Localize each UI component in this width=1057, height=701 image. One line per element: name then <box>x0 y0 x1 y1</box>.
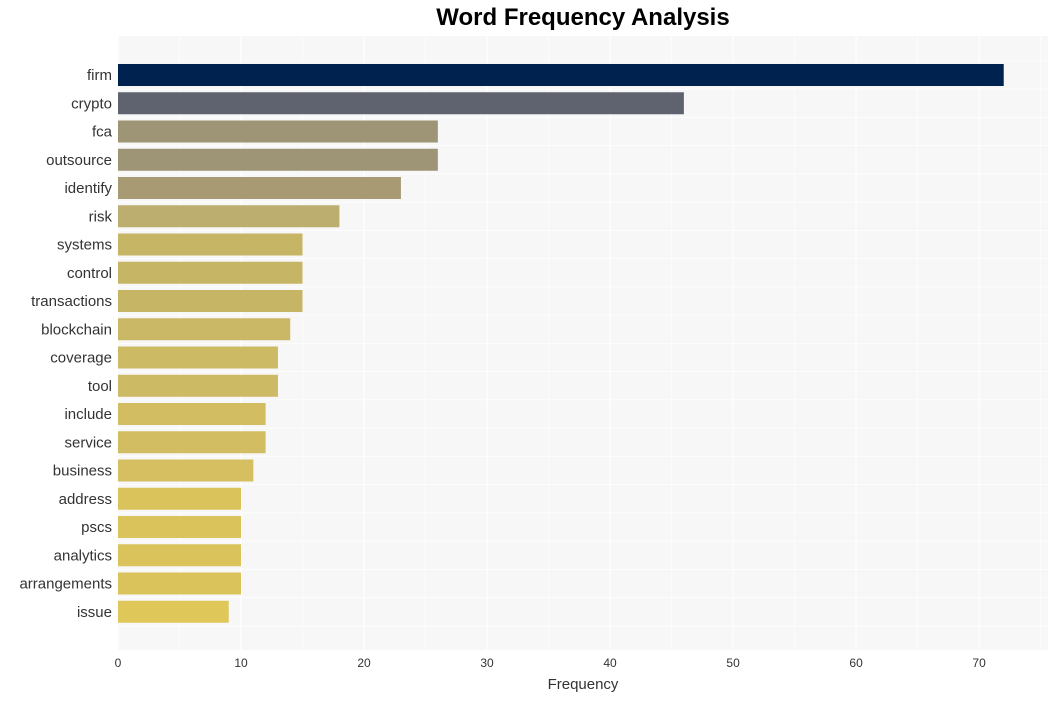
bar-business <box>118 459 254 482</box>
bar-outsource <box>118 148 438 171</box>
category-label-tool: tool <box>88 378 112 395</box>
x-tick-0: 0 <box>115 656 122 670</box>
x-tick-10: 10 <box>234 656 248 670</box>
category-label-outsource: outsource <box>46 152 112 169</box>
category-label-business: business <box>53 463 112 480</box>
category-label-issue: issue <box>77 604 112 621</box>
bar-blockchain <box>118 318 291 341</box>
x-tick-20: 20 <box>357 656 371 670</box>
bar-arrangements <box>118 572 242 595</box>
category-labels: firm crypto fca outsource identify risk system… <box>19 67 112 621</box>
x-tick-40: 40 <box>603 656 617 670</box>
bar-issue <box>118 600 229 623</box>
bar-include <box>118 403 266 425</box>
category-label-analytics: analytics <box>54 547 112 564</box>
category-label-identify: identify <box>64 180 112 197</box>
category-label-firm: firm <box>87 67 112 84</box>
bar-coverage <box>118 346 278 369</box>
category-label-risk: risk <box>89 208 113 225</box>
category-label-coverage: coverage <box>50 350 112 367</box>
bar-fca <box>118 120 438 143</box>
bar-control <box>118 261 303 284</box>
x-tick-50: 50 <box>726 656 740 670</box>
bar-analytics <box>118 544 242 567</box>
x-tick-60: 60 <box>849 656 863 670</box>
category-label-pscs: pscs <box>81 519 112 536</box>
bar-tool <box>118 374 278 397</box>
bar-risk <box>118 205 340 228</box>
category-label-blockchain: blockchain <box>41 321 112 338</box>
category-label-control: control <box>67 265 112 282</box>
category-label-systems: systems <box>57 237 112 254</box>
bar-crypto <box>118 92 684 115</box>
bar-service <box>118 431 266 454</box>
bar-firm <box>118 64 1004 86</box>
x-tick-70: 70 <box>972 656 986 670</box>
x-axis-label: Frequency <box>548 676 619 693</box>
category-label-address: address <box>59 491 112 508</box>
category-label-service: service <box>64 434 112 451</box>
bar-transactions <box>118 290 303 312</box>
category-label-crypto: crypto <box>71 95 112 112</box>
bar-pscs <box>118 516 242 538</box>
category-label-arrangements: arrangements <box>19 576 112 593</box>
bar-address <box>118 487 242 510</box>
category-label-include: include <box>64 406 112 423</box>
bar-identify <box>118 177 401 199</box>
bar-systems <box>118 233 303 256</box>
category-label-transactions: transactions <box>31 293 112 310</box>
x-tick-30: 30 <box>480 656 494 670</box>
x-tick-labels: 0 10 20 30 40 50 60 70 <box>115 656 986 670</box>
category-label-fca: fca <box>92 124 113 141</box>
bar-chart: firm crypto fca outsource identify risk system… <box>19 36 1048 693</box>
